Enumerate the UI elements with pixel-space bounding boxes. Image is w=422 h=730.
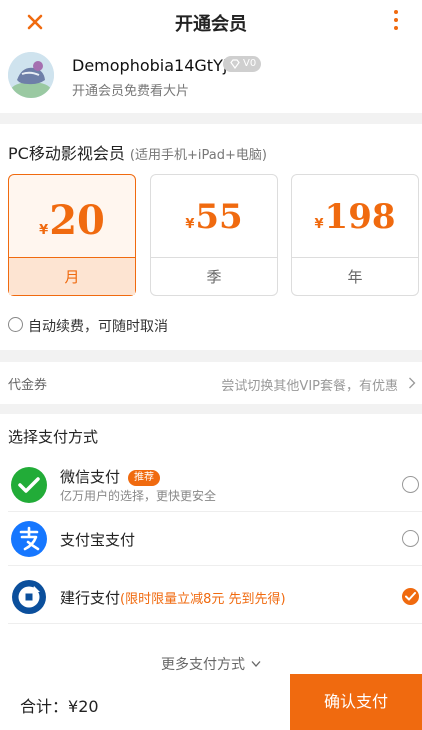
checkmark-icon: [405, 592, 416, 601]
plan-price-value: 198: [324, 197, 396, 237]
plan-price: ¥198: [292, 197, 418, 237]
plan-card-year[interactable]: ¥198 年: [291, 174, 419, 296]
header: 开通会员: [0, 0, 422, 44]
total-amount: ¥20: [68, 697, 99, 716]
divider: [8, 565, 422, 566]
plans-title: PC移动影视会员 (适用手机+iPad+电脑): [8, 140, 267, 164]
voucher-label: 代金券: [8, 378, 48, 393]
plan-card-quarter[interactable]: ¥55 季: [150, 174, 278, 296]
payment-option-wechat[interactable]: 微信支付 推荐 亿万用户的选择，更快更安全: [0, 458, 422, 512]
payment-name: 微信支付 推荐: [60, 466, 161, 487]
auto-renew-label: 自动续费，可随时取消: [28, 319, 168, 335]
plan-price: ¥55: [151, 197, 277, 237]
profile-card: Demophobia14GtYj V0 开通会员免费看大片: [0, 44, 422, 113]
recommended-badge: 推荐: [128, 470, 161, 486]
more-payment-methods-button[interactable]: 更多支付方式: [0, 654, 422, 674]
page-title: 开通会员: [175, 14, 247, 35]
more-options-button[interactable]: [392, 10, 400, 34]
plans-note: (适用手机+iPad+电脑): [129, 148, 267, 163]
plan-price-value: 55: [195, 197, 243, 237]
plan-card-month[interactable]: ¥20 月: [8, 174, 136, 296]
payment-title: 选择支付方式: [8, 428, 99, 446]
payment-radio-ccb[interactable]: [402, 588, 419, 605]
chevron-down-icon: [251, 661, 261, 667]
total-price: 合计：¥20: [20, 693, 99, 717]
alipay-icon: [11, 521, 47, 557]
payment-subtitle: 亿万用户的选择，更快更安全: [60, 489, 217, 503]
plan-price-value: 20: [49, 197, 105, 244]
wechat-pay-icon: [11, 467, 47, 503]
vip-level-badge: V0: [223, 56, 261, 72]
confirm-payment-button[interactable]: 确认支付: [290, 674, 422, 730]
profile-subtitle: 开通会员免费看大片: [72, 84, 190, 99]
avatar[interactable]: [8, 52, 54, 98]
chevron-right-icon: [409, 377, 416, 389]
payment-name: 支付宝支付: [60, 531, 136, 549]
payment-promo: (限时限量立减8元 先到先得): [120, 592, 286, 607]
auto-renew-radio[interactable]: [8, 317, 23, 332]
payment-methods: 选择支付方式 微信支付 推荐 亿万用户的选择，更快更安全 支付宝支付 建行支付(限…: [0, 414, 422, 674]
voucher-hint: 尝试切换其他VIP套餐，有优惠: [221, 379, 398, 394]
divider: [8, 623, 422, 624]
membership-plans: PC移动影视会员 (适用手机+iPad+电脑) ¥20 月 ¥55 季 ¥198…: [0, 124, 422, 350]
avatar-image: [8, 52, 54, 98]
total-label: 合计：: [20, 697, 69, 716]
voucher-row[interactable]: 代金券 尝试切换其他VIP套餐，有优惠: [0, 362, 422, 404]
payment-radio-wechat[interactable]: [402, 476, 419, 493]
username: Demophobia14GtYj: [72, 56, 228, 75]
payment-name-text: 建行支付: [60, 589, 121, 607]
checkout-bar: 合计：¥20 确认支付: [0, 674, 422, 730]
currency-symbol: ¥: [39, 223, 49, 238]
plan-label: 月: [9, 257, 135, 295]
payment-name-text: 微信支付: [60, 468, 121, 486]
payment-radio-alipay[interactable]: [402, 530, 419, 547]
plans-title-text: PC移动影视会员: [8, 144, 125, 163]
diamond-icon: [230, 59, 240, 69]
payment-option-alipay[interactable]: 支付宝支付: [0, 512, 422, 566]
ccb-icon: [12, 580, 46, 614]
vip-level-text: V0: [243, 58, 257, 69]
currency-symbol: ¥: [185, 217, 195, 232]
more-vertical-icon: [392, 10, 400, 30]
plan-price: ¥20: [9, 197, 135, 244]
plan-label: 季: [151, 257, 277, 295]
payment-option-ccb[interactable]: 建行支付(限时限量立减8元 先到先得): [0, 570, 422, 624]
payment-name: 建行支付(限时限量立减8元 先到先得): [60, 587, 286, 608]
plan-label: 年: [292, 257, 418, 295]
currency-symbol: ¥: [314, 217, 324, 232]
more-payment-label: 更多支付方式: [161, 657, 245, 673]
